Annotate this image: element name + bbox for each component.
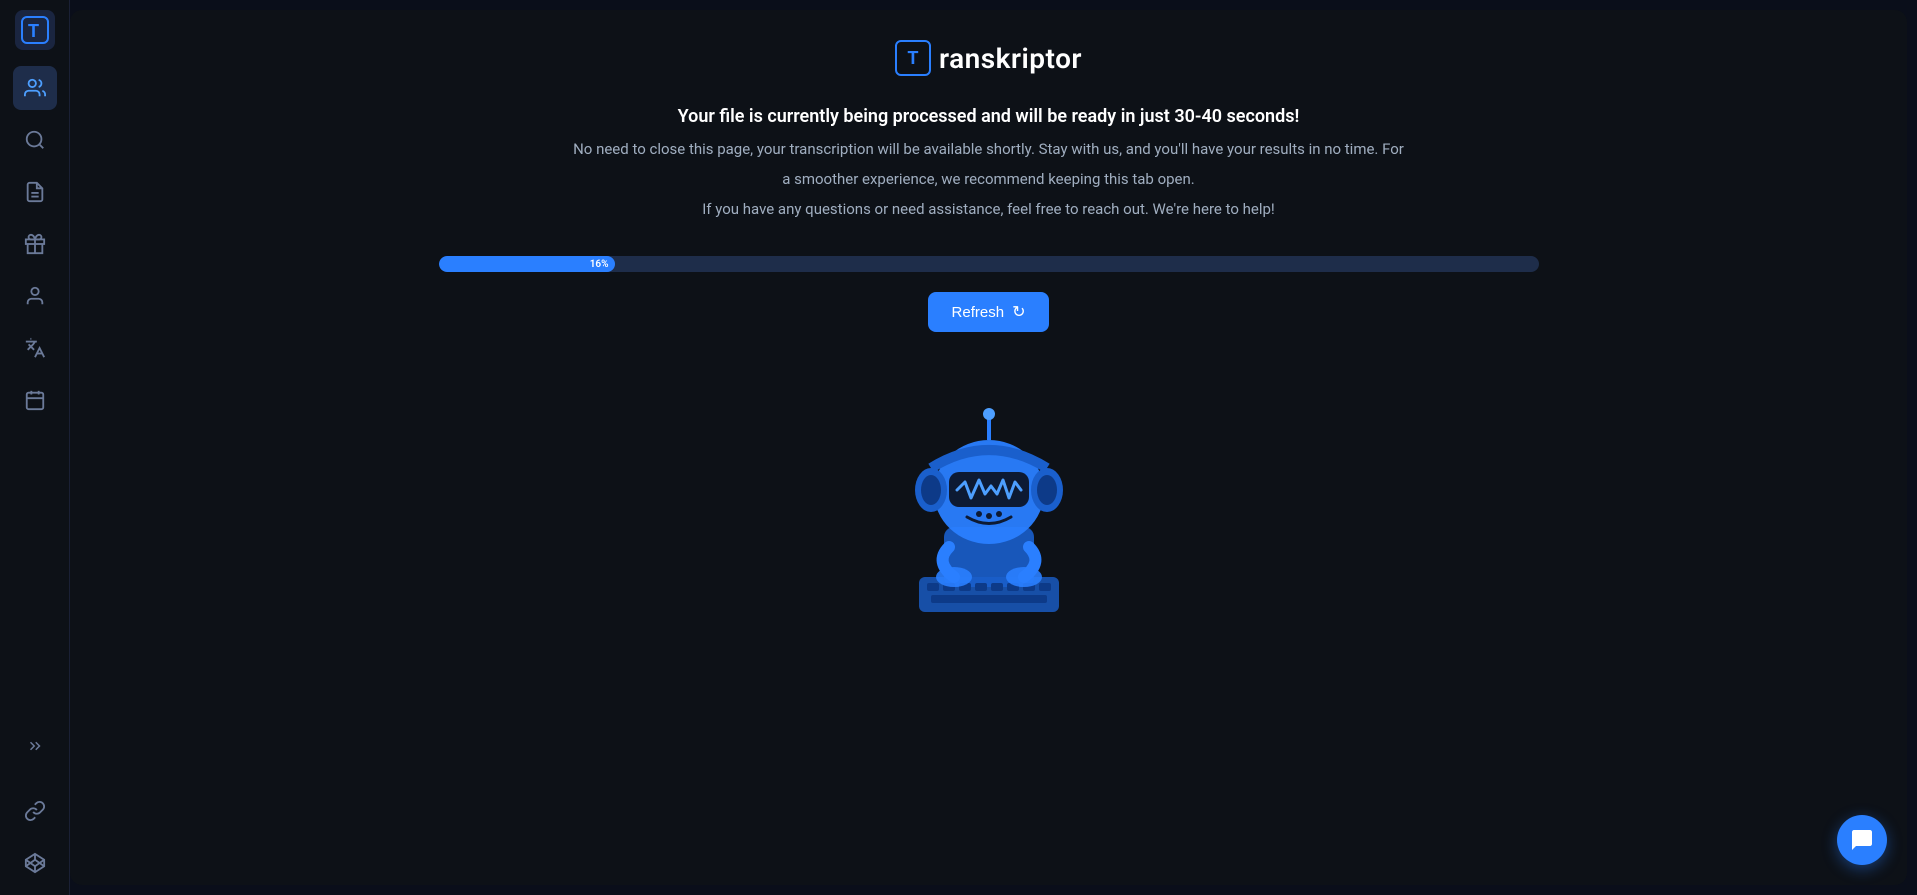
sidebar-item-calendar[interactable] bbox=[13, 378, 57, 422]
sidebar-item-gift[interactable] bbox=[13, 222, 57, 266]
status-line3: a smoother experience, we recommend keep… bbox=[573, 167, 1404, 191]
sidebar-item-translate[interactable] bbox=[13, 326, 57, 370]
sidebar: T bbox=[0, 0, 70, 895]
sidebar-item-diamond[interactable] bbox=[13, 841, 57, 885]
app-logo-box: T bbox=[895, 40, 931, 76]
refresh-button[interactable]: Refresh ↻ bbox=[928, 292, 1050, 332]
progress-container: 16% bbox=[439, 256, 1539, 272]
refresh-label: Refresh bbox=[952, 304, 1005, 321]
sidebar-item-team[interactable] bbox=[13, 66, 57, 110]
progress-label: 16% bbox=[590, 259, 609, 270]
chat-button[interactable] bbox=[1837, 815, 1887, 865]
sidebar-item-user[interactable] bbox=[13, 274, 57, 318]
sidebar-item-search[interactable] bbox=[13, 118, 57, 162]
status-line2: No need to close this page, your transcr… bbox=[573, 137, 1404, 161]
robot-illustration bbox=[849, 362, 1129, 622]
app-logo-letter: T bbox=[907, 48, 918, 69]
app-header: T ranskriptor bbox=[895, 40, 1082, 76]
sidebar-logo[interactable]: T bbox=[15, 10, 55, 50]
status-line4: If you have any questions or need assist… bbox=[573, 197, 1404, 221]
app-title: ranskriptor bbox=[939, 42, 1082, 75]
main-content: T ranskriptor Your file is currently bei… bbox=[70, 10, 1907, 885]
progress-fill: 16% bbox=[439, 256, 615, 272]
sidebar-item-link[interactable] bbox=[13, 789, 57, 833]
progress-track: 16% bbox=[439, 256, 1539, 272]
refresh-icon: ↻ bbox=[1012, 302, 1025, 322]
status-section: Your file is currently being processed a… bbox=[573, 106, 1404, 221]
status-line1: Your file is currently being processed a… bbox=[573, 106, 1404, 127]
svg-text:T: T bbox=[28, 21, 39, 41]
sidebar-item-document[interactable] bbox=[13, 170, 57, 214]
sidebar-expand-button[interactable] bbox=[13, 731, 57, 761]
